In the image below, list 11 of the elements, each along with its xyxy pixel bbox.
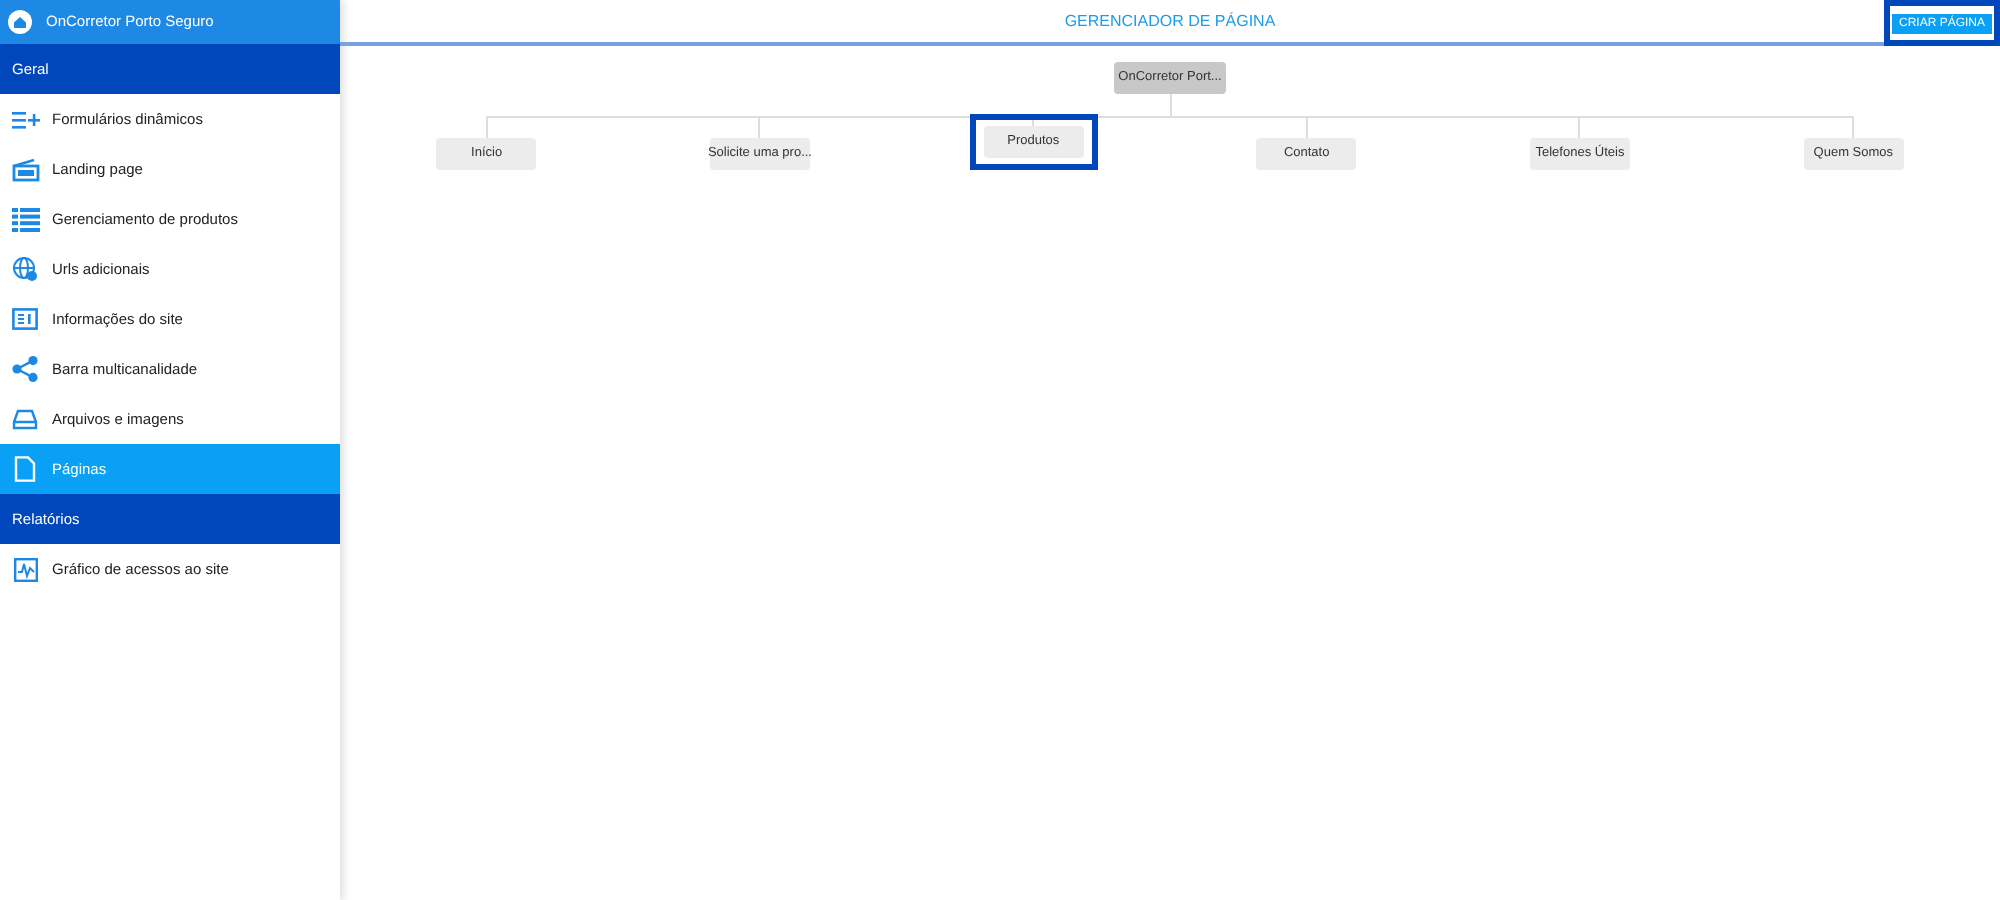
share-icon: [12, 356, 38, 382]
chart-icon: [13, 557, 37, 581]
list-icon: [11, 207, 39, 231]
drive-icon: [12, 408, 38, 430]
id-card-icon: [12, 308, 38, 330]
browser-icon: [11, 157, 39, 181]
list-plus-icon: [11, 109, 39, 129]
home-icon: [8, 10, 32, 34]
page-title: GERENCIADOR DE PÁGINA: [1064, 9, 1276, 33]
globe-icon: [12, 256, 38, 282]
page-icon: [14, 456, 36, 482]
